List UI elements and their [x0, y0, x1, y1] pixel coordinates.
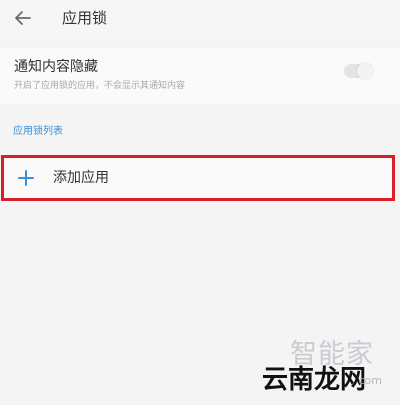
toggle-knob: [357, 63, 373, 79]
plus-icon: [16, 168, 36, 188]
watermark-bottom: 云南龙网: [262, 365, 367, 395]
arrow-left-icon: [15, 11, 31, 25]
setting-title: 通知内容隐藏: [14, 59, 98, 75]
section-label: 应用锁列表: [13, 126, 63, 137]
notification-hide-setting[interactable]: 通知内容隐藏 开启了应用锁的应用，不会显示其通知内容: [0, 48, 400, 104]
app-lock-screen: 应用锁 通知内容隐藏 开启了应用锁的应用，不会显示其通知内容 应用锁列表 添加应…: [0, 0, 400, 405]
notification-hide-toggle[interactable]: [344, 63, 373, 79]
add-app-button[interactable]: 添加应用: [1, 155, 395, 201]
page-title: 应用锁: [62, 9, 108, 27]
setting-subtitle: 开启了应用锁的应用，不会显示其通知内容: [14, 81, 186, 91]
watermark-suffix: .com: [355, 374, 382, 387]
top-bar: 应用锁: [0, 0, 400, 38]
back-button[interactable]: [12, 7, 34, 29]
add-app-label: 添加应用: [53, 170, 109, 186]
